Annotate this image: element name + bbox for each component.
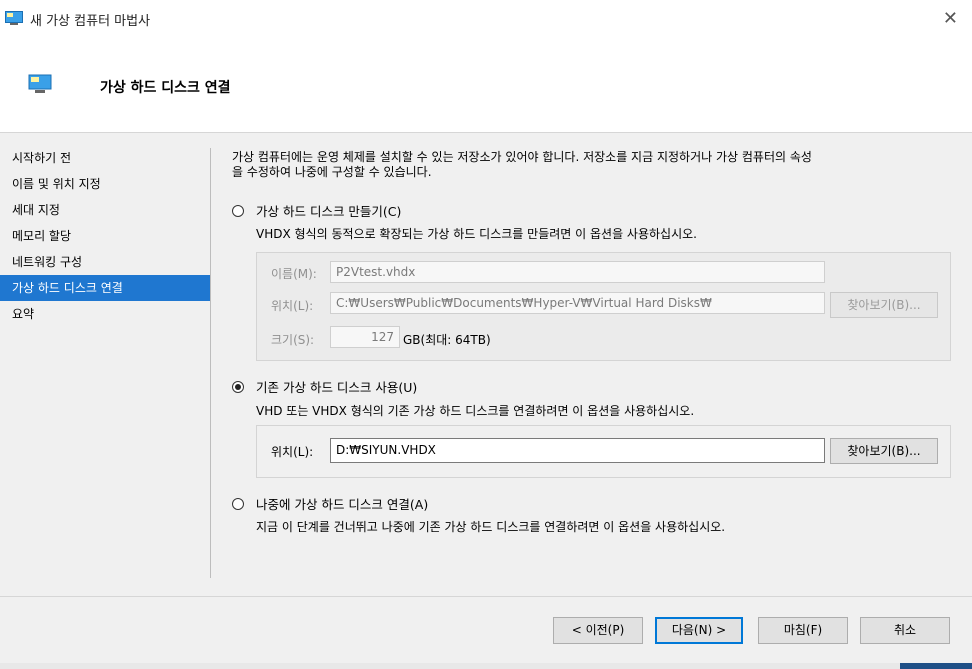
page-description: 가상 컴퓨터에는 운영 체제를 설치할 수 있는 저장소가 있어야 합니다. 저… xyxy=(232,150,957,180)
sidebar-divider xyxy=(210,148,211,578)
existing-vhd-path-input[interactable]: D:₩SIYUN.VHDX xyxy=(330,438,825,463)
finish-button[interactable]: 마침(F) xyxy=(758,617,848,644)
existing-vhd-group: 위치(L): D:₩SIYUN.VHDX 찾아보기(B)... xyxy=(256,425,951,478)
vm-header-icon xyxy=(28,74,52,93)
close-icon[interactable]: ✕ xyxy=(943,8,958,29)
attach-later-radio[interactable] xyxy=(232,497,244,510)
existing-vhd-hint: VHD 또는 VHDX 형식의 기존 가상 하드 디스크를 연결하려면 이 옵션… xyxy=(256,404,695,418)
existing-vhd-label[interactable]: 기존 가상 하드 디스크 사용(U) xyxy=(256,377,417,396)
attach-later-hint: 지금 이 단계를 건너뛰고 나중에 기존 가상 하드 디스크를 연결하려면 이 … xyxy=(256,520,726,534)
browse-new-button[interactable]: 찾아보기(B)... xyxy=(830,292,938,318)
create-vhd-radio[interactable] xyxy=(232,204,244,217)
wizard-steps: 시작하기 전 이름 및 위치 지정 세대 지정 메모리 할당 네트워킹 구성 가… xyxy=(0,145,210,327)
taskbar-edge xyxy=(900,663,972,669)
create-vhd-group: 이름(M): P2Vtest.vhdx 위치(L): C:₩Users₩Publ… xyxy=(256,252,951,361)
wizard-content: 가상 컴퓨터에는 운영 체제를 설치할 수 있는 저장소가 있어야 합니다. 저… xyxy=(232,150,957,180)
description-line-1: 가상 컴퓨터에는 운영 체제를 설치할 수 있는 저장소가 있어야 합니다. 저… xyxy=(232,150,812,164)
attach-later-label[interactable]: 나중에 가상 하드 디스크 연결(A) xyxy=(256,494,428,513)
size-label: 크기(S): xyxy=(271,333,315,347)
create-vhd-option[interactable]: 가상 하드 디스크 만들기(C) xyxy=(232,201,401,220)
location-label: 위치(L): xyxy=(271,299,314,313)
step-networking[interactable]: 네트워킹 구성 xyxy=(0,249,210,275)
title-bar: 새 가상 컴퓨터 마법사 ✕ xyxy=(0,0,972,42)
step-generation[interactable]: 세대 지정 xyxy=(0,197,210,223)
existing-vhd-option[interactable]: 기존 가상 하드 디스크 사용(U) xyxy=(232,377,417,396)
vhd-size-input[interactable]: 127 xyxy=(330,326,400,348)
next-button[interactable]: 다음(N) > xyxy=(655,617,743,644)
existing-vhd-radio[interactable] xyxy=(232,380,244,393)
description-line-2: 을 수정하여 나중에 구성할 수 있습니다. xyxy=(232,165,432,179)
footer-divider xyxy=(0,596,972,597)
page-title: 가상 하드 디스크 연결 xyxy=(100,80,231,96)
name-label: 이름(M): xyxy=(271,267,317,281)
create-vhd-label[interactable]: 가상 하드 디스크 만들기(C) xyxy=(256,201,401,220)
create-vhd-hint: VHDX 형식의 동적으로 확장되는 가상 하드 디스크를 만들려면 이 옵션을… xyxy=(256,227,697,241)
attach-later-option[interactable]: 나중에 가상 하드 디스크 연결(A) xyxy=(232,494,428,513)
step-before-you-begin[interactable]: 시작하기 전 xyxy=(0,145,210,171)
window-bottom-edge xyxy=(0,663,972,669)
hyperv-vm-icon xyxy=(5,11,23,25)
wizard-header: 가상 하드 디스크 연결 xyxy=(0,42,972,133)
existing-location-label: 위치(L): xyxy=(271,445,314,459)
step-memory[interactable]: 메모리 할당 xyxy=(0,223,210,249)
step-name-location[interactable]: 이름 및 위치 지정 xyxy=(0,171,210,197)
step-summary[interactable]: 요약 xyxy=(0,301,210,327)
cancel-button[interactable]: 취소 xyxy=(860,617,950,644)
window-title: 새 가상 컴퓨터 마법사 xyxy=(30,14,151,29)
browse-existing-button[interactable]: 찾아보기(B)... xyxy=(830,438,938,464)
step-connect-vhd[interactable]: 가상 하드 디스크 연결 xyxy=(0,275,210,301)
vhd-location-input[interactable]: C:₩Users₩Public₩Documents₩Hyper-V₩Virtua… xyxy=(330,292,825,314)
vhd-name-input[interactable]: P2Vtest.vhdx xyxy=(330,261,825,283)
size-unit: GB(최대: 64TB) xyxy=(403,333,491,347)
previous-button[interactable]: < 이전(P) xyxy=(553,617,643,644)
